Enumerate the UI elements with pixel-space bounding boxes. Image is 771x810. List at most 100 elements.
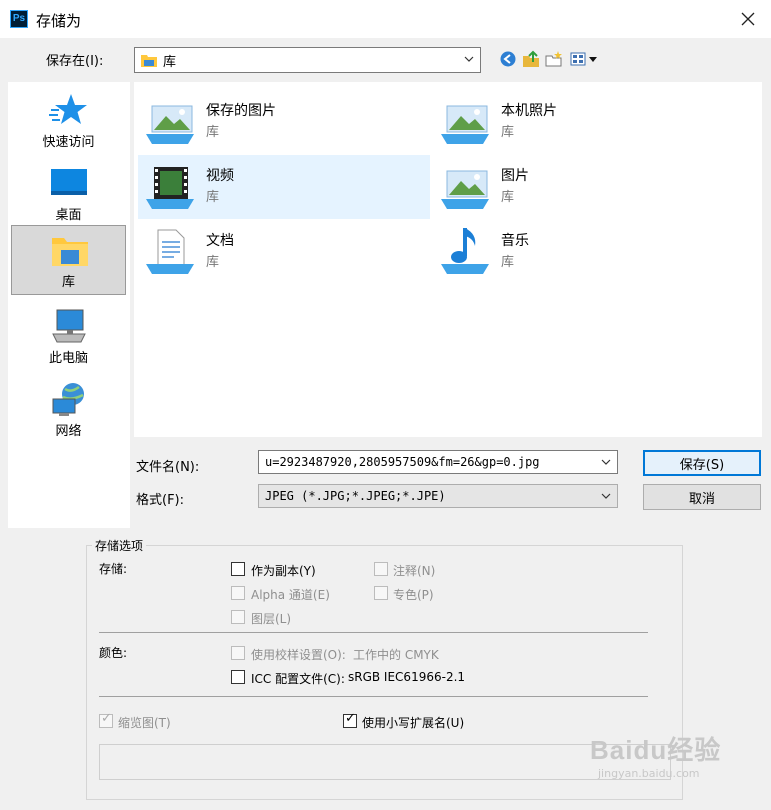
file-type: 库 xyxy=(501,255,515,270)
proof-setup-label: 使用校样设置(O): xyxy=(251,648,346,662)
file-name: 图片 xyxy=(501,168,529,184)
pictures-library-icon xyxy=(146,105,194,144)
file-name: 视频 xyxy=(206,168,234,184)
library-item-documents[interactable]: 文档 库 xyxy=(138,220,430,284)
view-menu-icon xyxy=(570,52,597,66)
filename-label: 文件名(N): xyxy=(136,460,200,475)
divider xyxy=(99,696,648,697)
proof-setup-value: 工作中的 CMYK xyxy=(353,648,439,662)
new-folder-icon xyxy=(545,51,562,67)
checkmark-icon: ✓ xyxy=(101,711,112,726)
sidebar-item-label: 网络 xyxy=(55,424,82,439)
filename-input[interactable]: u=2923487920,2805957509&fm=26&gp=0.jpg xyxy=(258,450,618,474)
file-type: 库 xyxy=(206,255,220,270)
close-button[interactable] xyxy=(725,0,771,38)
sidebar-item-desktop[interactable]: 桌面 xyxy=(11,159,126,229)
layers-checkbox xyxy=(231,610,245,624)
watermark-url: jingyan.baidu.com xyxy=(598,767,700,780)
notes-label: 注释(N) xyxy=(393,564,436,578)
icc-profile-checkbox[interactable] xyxy=(231,670,245,684)
file-name: 保存的图片 xyxy=(206,103,276,119)
proof-setup-checkbox xyxy=(231,646,245,660)
sidebar-item-label: 库 xyxy=(61,275,75,290)
format-value: JPEG (*.JPG;*.JPEG;*.JPE) xyxy=(265,489,446,503)
library-item-camera-roll[interactable]: 本机照片 库 xyxy=(433,90,725,154)
storage-options-title: 存储选项 xyxy=(92,537,147,554)
close-icon xyxy=(741,12,755,26)
network-icon xyxy=(52,383,84,416)
save-in-value: 库 xyxy=(163,54,177,70)
file-list-pane: 保存的图片 库 本机照片 库 视频 库 图片 库 文档 库 音乐 库 xyxy=(134,82,762,437)
title-bar: Ps 存储为 xyxy=(0,0,771,38)
library-folder-icon xyxy=(52,238,88,266)
icc-profile-value: sRGB IEC61966-2.1 xyxy=(348,670,466,684)
save-button[interactable]: 保存(S) xyxy=(643,450,761,476)
thumbnail-checkbox: ✓ xyxy=(99,711,113,728)
file-name: 文档 xyxy=(206,233,234,249)
computer-icon xyxy=(52,309,86,343)
window-title: 存储为 xyxy=(36,12,82,30)
pictures-library-icon xyxy=(441,170,489,209)
new-folder-button[interactable] xyxy=(545,50,563,68)
library-item-pictures[interactable]: 图片 库 xyxy=(433,155,725,219)
alpha-channel-checkbox xyxy=(231,586,245,600)
up-folder-icon xyxy=(523,50,539,67)
pictures-library-icon xyxy=(441,105,489,144)
format-dropdown[interactable]: JPEG (*.JPG;*.JPEG;*.JPE) xyxy=(258,484,618,508)
watermark-brand: Baidu经验 xyxy=(590,735,722,765)
layers-label: 图层(L) xyxy=(251,612,292,626)
thumbnail-label: 缩览图(T) xyxy=(118,716,171,730)
cancel-button[interactable]: 取消 xyxy=(643,484,761,510)
desktop-icon xyxy=(51,169,87,195)
as-copy-checkbox[interactable] xyxy=(231,562,245,576)
photoshop-app-icon: Ps xyxy=(10,10,28,28)
sidebar-item-network[interactable]: 网络 xyxy=(11,375,126,445)
save-in-label: 保存在(I): xyxy=(46,54,104,69)
lowercase-extension-label: 使用小写扩展名(U) xyxy=(362,716,465,730)
sidebar-item-label: 快速访问 xyxy=(42,135,95,150)
view-menu-button[interactable] xyxy=(569,50,599,68)
storage-label: 存储: xyxy=(99,562,128,576)
file-type: 库 xyxy=(501,125,515,140)
filename-value: u=2923487920,2805957509&fm=26&gp=0.jpg xyxy=(265,455,540,469)
sidebar-item-library[interactable]: 库 xyxy=(11,225,126,295)
chevron-down-icon xyxy=(599,488,613,504)
sidebar-item-this-pc[interactable]: 此电脑 xyxy=(11,302,126,372)
back-button[interactable] xyxy=(499,50,517,68)
music-library-icon xyxy=(441,228,489,274)
file-type: 库 xyxy=(206,125,220,140)
as-copy-label: 作为副本(Y) xyxy=(251,564,316,578)
star-icon xyxy=(49,94,87,124)
format-label: 格式(F): xyxy=(136,493,185,508)
chevron-down-icon xyxy=(462,51,476,67)
spot-color-checkbox xyxy=(374,586,388,600)
save-in-dropdown[interactable]: 库 xyxy=(134,47,481,73)
divider xyxy=(99,632,648,633)
video-library-icon xyxy=(146,167,194,209)
up-folder-button[interactable] xyxy=(522,50,540,68)
library-folder-icon xyxy=(141,55,157,67)
file-name: 本机照片 xyxy=(501,103,557,119)
spot-color-label: 专色(P) xyxy=(393,588,434,602)
places-sidebar: 快速访问 桌面 库 此电脑 网络 xyxy=(8,82,130,528)
sidebar-item-label: 此电脑 xyxy=(48,351,88,366)
back-arrow-icon xyxy=(500,51,516,67)
notes-checkbox xyxy=(374,562,388,576)
library-item-music[interactable]: 音乐 库 xyxy=(433,220,725,284)
file-type: 库 xyxy=(206,190,220,205)
alpha-channel-label: Alpha 通道(E) xyxy=(251,588,330,602)
icc-profile-label: ICC 配置文件(C): xyxy=(251,672,345,686)
chevron-down-icon[interactable] xyxy=(599,454,613,470)
color-label: 颜色: xyxy=(99,646,128,660)
lowercase-extension-checkbox[interactable]: ✓ xyxy=(343,711,357,728)
file-type: 库 xyxy=(501,190,515,205)
file-name: 音乐 xyxy=(501,233,529,249)
checkmark-icon: ✓ xyxy=(345,711,356,726)
documents-library-icon xyxy=(146,229,194,274)
library-item-videos[interactable]: 视频 库 xyxy=(138,155,430,219)
sidebar-item-quick-access[interactable]: 快速访问 xyxy=(11,86,126,156)
watermark: Baidu经验 jingyan.baidu.com xyxy=(590,730,730,780)
sidebar-item-label: 桌面 xyxy=(55,208,82,223)
library-item-saved-pictures[interactable]: 保存的图片 库 xyxy=(138,90,430,154)
description-box xyxy=(99,744,671,780)
